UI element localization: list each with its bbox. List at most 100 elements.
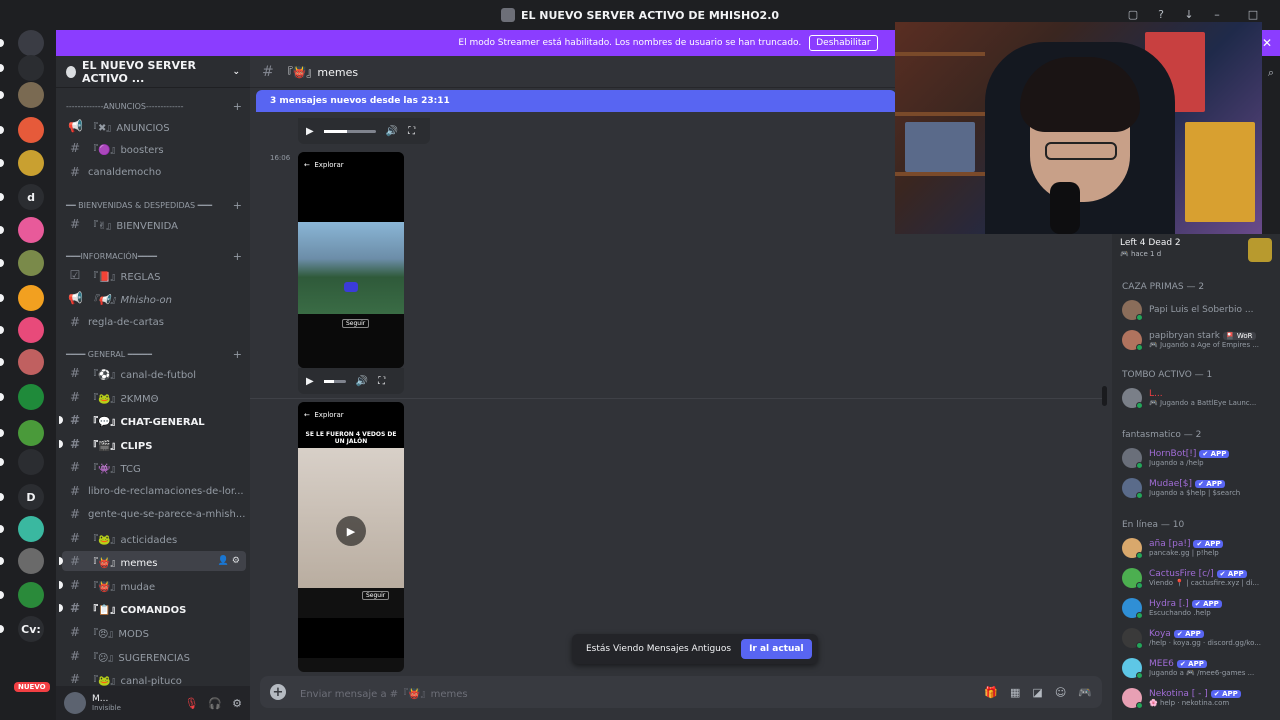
channel-item[interactable]: 📢 『📢』Mhisho-on (62, 288, 246, 308)
maximize-icon[interactable]: □ (1246, 8, 1260, 22)
help-icon[interactable]: ? (1154, 8, 1168, 22)
search-icon[interactable]: ⌕ (1264, 66, 1278, 80)
add-channel-icon[interactable]: + (233, 348, 242, 361)
fullscreen-icon[interactable]: ⛶ (378, 376, 385, 387)
video-attachment-2[interactable]: ← Explorar SE LE FUERON 4 VEDOS DE UN JA… (298, 402, 404, 672)
add-member-icon[interactable]: 👤 (218, 556, 229, 566)
channel-item[interactable]: # 『✌』BIENVENIDA (62, 214, 246, 234)
fullscreen-icon[interactable]: ⛶ (408, 126, 415, 137)
apps-icon[interactable]: 🎮 (1078, 686, 1092, 699)
server-icon[interactable] (18, 349, 44, 375)
close-icon[interactable]: ✕ (1262, 36, 1272, 50)
channel-item[interactable]: # canaldemocho (62, 162, 246, 182)
inbox-icon[interactable]: ▢ (1126, 8, 1140, 22)
channel-item[interactable]: ☑ 『📕』REGLAS (62, 265, 246, 285)
member-item[interactable]: Hydra [.] ✔ APP Escuchando .help (1122, 594, 1274, 622)
member-item[interactable]: aña [pa!] ✔ APP pancake.gg | p!help (1122, 534, 1274, 562)
channel-item[interactable]: # 『👹』mudae (59, 575, 246, 595)
download-icon[interactable]: ↓ (1182, 8, 1196, 22)
new-messages-bar[interactable]: 3 mensajes nuevos desde las 23:11 (256, 90, 896, 112)
server-icon[interactable] (18, 117, 44, 143)
channel-category[interactable]: ━━━INFORMACIÓN━━━━ + (66, 250, 242, 263)
channel-item[interactable]: # 『👹』memes 👤 ⚙ (59, 551, 246, 571)
channel-item[interactable]: # 『⚽』canal-de-futbol (62, 363, 246, 383)
emoji-icon[interactable]: ☺ (1055, 686, 1066, 699)
add-channel-icon[interactable]: + (233, 250, 242, 263)
channel-item[interactable]: # 『🐸』acticidades (62, 528, 246, 548)
channel-item[interactable]: # libro-de-reclamaciones-de-lor... (62, 481, 246, 501)
member-item[interactable]: papibryan stark 🎴 WoR 🎮 Jugando a Age of E… (1122, 326, 1274, 354)
progress-bar[interactable] (323, 379, 346, 383)
server-icon[interactable] (18, 285, 44, 311)
member-item[interactable]: MEE6 ✔ APP Jugando a 🎮 /mee6-games ... (1122, 654, 1274, 682)
channel-item[interactable]: # 『🎬』CLIPS (59, 434, 246, 454)
channel-item[interactable]: # 『💬』CHAT-GENERAL (59, 410, 246, 430)
channel-item[interactable]: # regla-de-cartas (62, 312, 246, 332)
server-icon[interactable] (18, 317, 44, 343)
channel-category[interactable]: ━━━━ GENERAL ━━━━━ + (66, 348, 242, 361)
activity-card[interactable]: Left 4 Dead 2 🎮 hace 1 d (1120, 238, 1272, 270)
avatar[interactable] (64, 692, 86, 714)
channel-item[interactable]: # 『🟣』boosters (62, 138, 246, 158)
channel-item[interactable]: 📢 『✖』ANUNCIOS (62, 116, 246, 136)
gear-icon[interactable]: ⚙ (232, 556, 240, 566)
channel-item[interactable]: # 『👾』TCG (62, 457, 246, 477)
channel-item[interactable]: # 『😠』MODS (62, 622, 246, 642)
channel-item[interactable]: # 『😕』SUGERENCIAS (62, 646, 246, 666)
add-channel-icon[interactable]: + (233, 100, 242, 113)
server-icon[interactable] (18, 384, 44, 410)
member-item[interactable]: Papi Luis el Soberbio ... (1122, 296, 1274, 324)
member-item[interactable]: HornBot[!] ✔ APP Jugando a /help (1122, 444, 1274, 472)
channel-item[interactable]: # 『🐸』ƧKMMΘ (62, 387, 246, 407)
scrollbar[interactable] (1102, 386, 1107, 406)
unread-pill (0, 326, 4, 334)
volume-icon[interactable]: 🔊 (356, 376, 368, 387)
disable-streamer-button[interactable]: Deshabilitar (809, 35, 878, 51)
server-icon[interactable]: D (18, 484, 44, 510)
jump-to-present-button[interactable]: Ir al actual (741, 639, 812, 659)
server-icon[interactable] (18, 217, 44, 243)
channel-item[interactable]: # 『🐸』canal-pituco (62, 669, 246, 686)
sticker-icon[interactable]: ◪ (1032, 686, 1042, 699)
member-item[interactable]: Nekotina [ - ] ✔ APP 🌸 help · nekotina.com (1122, 684, 1274, 712)
server-icon[interactable] (18, 516, 44, 542)
gift-icon[interactable]: 🎁 (984, 686, 998, 699)
play-icon[interactable]: ▶ (306, 376, 314, 387)
composer-placeholder[interactable]: Enviar mensaje a #『👹』memes (300, 685, 468, 700)
server-icon[interactable] (18, 449, 44, 475)
message-composer[interactable]: + Enviar mensaje a #『👹』memes 🎁 ▦ ◪ ☺ 🎮 (260, 676, 1102, 708)
volume-icon[interactable]: 🔊 (386, 126, 398, 137)
member-item[interactable]: Mudae[$] ✔ APP Jugando a $help | $search (1122, 474, 1274, 502)
server-icon[interactable] (18, 548, 44, 574)
gif-icon[interactable]: ▦ (1010, 686, 1020, 699)
member-item[interactable]: CactusFire [c/] ✔ APP Viendo 📍 | cactusfir… (1122, 564, 1274, 592)
server-icon[interactable] (18, 82, 44, 108)
play-icon[interactable]: ▶ (306, 126, 314, 137)
video-attachment[interactable]: ← Explorar Seguir (298, 152, 404, 368)
server-icon[interactable] (18, 420, 44, 446)
server-icon[interactable]: d (18, 184, 44, 210)
server-icon[interactable] (18, 150, 44, 176)
server-icon[interactable] (18, 30, 44, 56)
server-icon[interactable] (18, 55, 44, 81)
play-icon[interactable]: ▶ (336, 516, 366, 546)
add-channel-icon[interactable]: + (233, 199, 242, 212)
channel-item[interactable]: # gente-que-se-parece-a-mhish... (62, 504, 246, 524)
server-icon[interactable] (18, 250, 44, 276)
minimize-icon[interactable]: – (1210, 8, 1224, 22)
mic-muted-icon[interactable]: 🎙 (184, 697, 198, 710)
server-icon[interactable]: Cv: (18, 616, 44, 642)
member-info: aña [pa!] ✔ APP pancake.gg | p!help (1149, 539, 1224, 557)
member-item[interactable]: L... 🎮 Jugando a BattlEye Launc... (1122, 384, 1274, 412)
plus-icon[interactable]: + (270, 684, 286, 700)
volume-slider[interactable] (323, 129, 376, 133)
gear-icon[interactable]: ⚙ (232, 697, 242, 710)
member-item[interactable]: Koya ✔ APP/help · koya.gg · discord.gg/ko… (1122, 624, 1274, 652)
server-header[interactable]: EL NUEVO SERVER ACTIVO ... ⌄ (56, 56, 250, 88)
channel-category[interactable]: ━━ BIENVENIDAS & DESPEDIDAS ━━━ + (66, 199, 242, 212)
headphones-icon[interactable]: 🎧 (208, 697, 222, 710)
member-name: Koya ✔ APP (1149, 629, 1261, 639)
channel-category[interactable]: -------------ANUNCIOS------------- + (66, 100, 242, 113)
channel-item[interactable]: # 『📋』COMANDOS (59, 598, 246, 618)
server-icon[interactable] (18, 582, 44, 608)
